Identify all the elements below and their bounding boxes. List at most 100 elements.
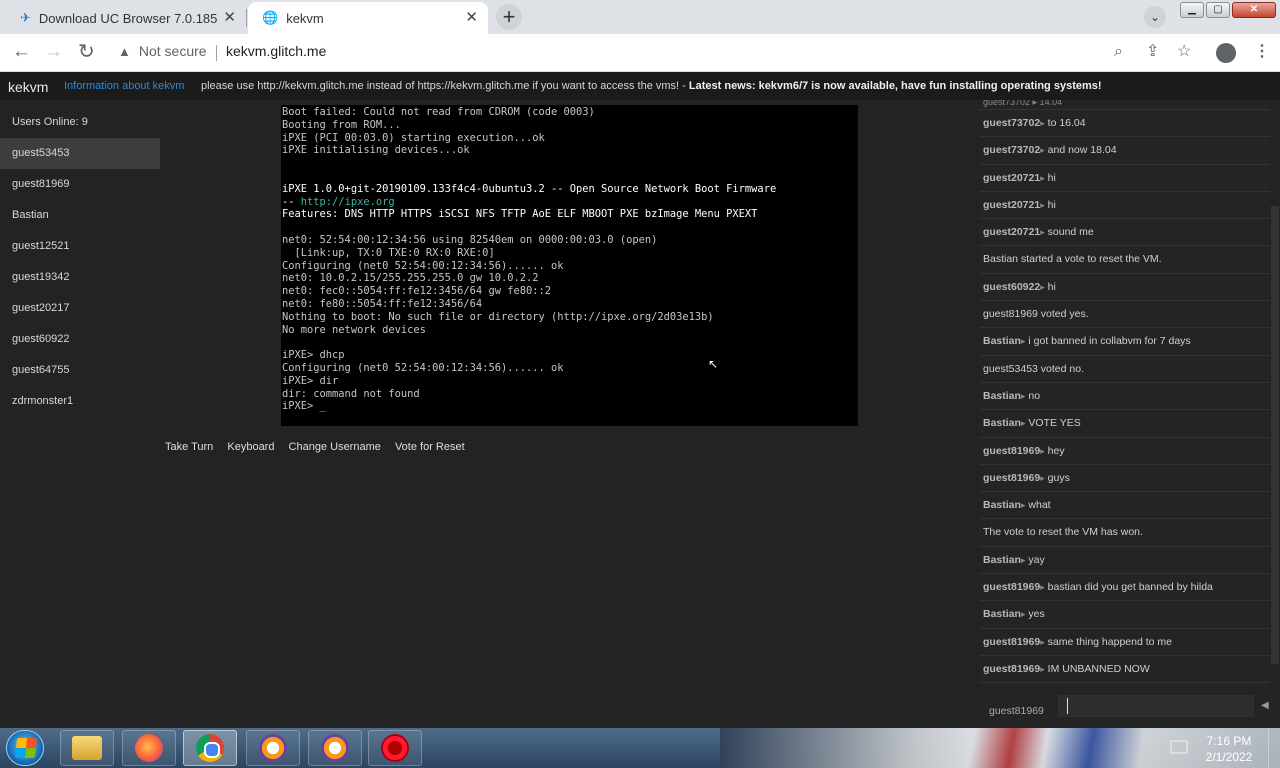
chat-username[interactable]: guest81969 [983, 445, 1040, 457]
user-list-item[interactable]: guest20217 [0, 293, 160, 324]
show-desktop-button[interactable] [1268, 728, 1280, 768]
chat-scrollbar[interactable] [1271, 206, 1279, 664]
chat-message: guest53453 voted no. [979, 356, 1270, 383]
keyboard-button[interactable]: Keyboard [227, 441, 274, 453]
brand-logo[interactable]: kekvm [8, 79, 48, 95]
reload-icon[interactable]: ↻ [78, 40, 95, 64]
chat-separator-icon: ▸ [1020, 390, 1026, 401]
tab-separator [246, 9, 247, 27]
user-list-item[interactable]: guest53453 [0, 138, 160, 169]
terminal-text: iPXE> _ [282, 400, 326, 413]
terminal-text: Nothing to boot: No such file or directo… [282, 310, 714, 323]
forward-arrow-icon[interactable]: → [44, 40, 63, 64]
user-list-item[interactable]: Bastian [0, 200, 160, 231]
chat-separator-icon: ▸ [1040, 663, 1045, 674]
chat-username[interactable]: guest81969 [983, 581, 1040, 593]
terminal-line: iPXE> dhcp [282, 349, 858, 362]
chat-username[interactable]: Bastian [983, 499, 1021, 511]
chat-username[interactable]: Bastian [983, 417, 1021, 429]
chat-text: hi [1047, 280, 1056, 293]
taskbar-chrome[interactable] [183, 730, 237, 766]
taskbar-uc-browser[interactable] [246, 730, 300, 766]
change-username-button[interactable]: Change Username [289, 441, 381, 453]
user-list-item[interactable]: guest81969 [0, 169, 160, 200]
tab-title: kekvm [286, 10, 324, 26]
back-arrow-icon[interactable]: ← [12, 40, 31, 64]
chat-message: guest81969▸ guys [979, 465, 1270, 493]
profile-avatar-icon[interactable] [1216, 43, 1236, 63]
security-indicator[interactable]: ▲ Not secure [118, 43, 207, 59]
take-turn-button[interactable]: Take Turn [165, 441, 213, 453]
warning-icon: ▲ [118, 43, 131, 59]
tab-close-icon[interactable]: ✕ [465, 10, 478, 26]
vm-controls: Take Turn Keyboard Change Username Vote … [165, 441, 476, 453]
network-tray-icon[interactable] [1170, 740, 1188, 754]
chat-username[interactable]: Bastian [983, 608, 1021, 620]
terminal-line: iPXE initialising devices...ok [282, 144, 858, 157]
tab-search-chevron-icon[interactable]: ⌄ [1144, 6, 1166, 28]
chat-username[interactable]: guest81969 [983, 472, 1040, 484]
chat-input[interactable] [1058, 695, 1254, 717]
zoom-icon[interactable]: ⌕ [1114, 42, 1123, 62]
tab-close-icon[interactable]: ✕ [223, 10, 236, 26]
chat-text: i got banned in collabvm for 7 days [1028, 335, 1191, 348]
chat-username[interactable]: guest60922 [983, 281, 1040, 293]
tab-uc-browser-download[interactable]: ✈ Download UC Browser 7.0.185.10 ✕ [6, 2, 246, 34]
share-icon[interactable]: ⇪ [1146, 42, 1159, 62]
terminal-text: dir: command not found [282, 387, 420, 400]
chat-separator-icon: ▸ [1040, 472, 1045, 483]
tab-kekvm[interactable]: 🌐 kekvm ✕ [248, 2, 488, 34]
window-minimize-button[interactable]: ▁ [1180, 2, 1204, 18]
user-list-item[interactable]: guest60922 [0, 324, 160, 355]
bookmark-star-icon[interactable]: ☆ [1177, 42, 1191, 62]
chat-separator-icon: ▸ [1040, 636, 1045, 647]
chat-text: bastian did you get banned by hilda [1047, 581, 1213, 594]
user-list-item[interactable]: guest64755 [0, 355, 160, 386]
chat-text: IM UNBANNED NOW [1047, 662, 1150, 675]
taskbar-explorer[interactable] [60, 730, 114, 766]
user-list-item[interactable]: zdrmonster1 [0, 386, 160, 417]
terminal-text: [Link:up, TX:0 TXE:0 RX:0 RXE:0] [282, 246, 495, 259]
chat-username[interactable]: guest81969 [983, 663, 1040, 675]
new-tab-button[interactable]: + [496, 4, 522, 30]
chat-username[interactable]: Bastian [983, 554, 1021, 566]
chat-text: yay [1028, 553, 1045, 566]
vote-reset-button[interactable]: Vote for Reset [395, 441, 465, 453]
taskbar-firefox[interactable] [122, 730, 176, 766]
user-list-item[interactable]: guest19342 [0, 262, 160, 293]
taskbar-opera[interactable] [368, 730, 422, 766]
taskbar-uc-browser-2[interactable] [308, 730, 362, 766]
chat-separator-icon: ▸ [1020, 554, 1026, 565]
chat-username[interactable]: guest81969 [983, 636, 1040, 648]
address-bar[interactable]: kekvm.glitch.me [226, 43, 326, 59]
start-button[interactable] [6, 730, 44, 766]
chat-message: Bastian▸ no [979, 383, 1270, 411]
chat-input-bar: guest81969 ◀ [979, 692, 1280, 728]
clock-time[interactable]: 7:16 PM [1194, 734, 1264, 748]
kebab-menu-icon[interactable]: ⋮ [1254, 42, 1270, 62]
user-list-item[interactable]: guest12521 [0, 231, 160, 262]
window-maximize-button[interactable]: ▢ [1206, 2, 1230, 18]
chat-username[interactable]: Bastian [983, 335, 1021, 347]
chat-message: Bastian▸ yay [979, 547, 1270, 575]
chat-separator-icon: ▸ [1020, 336, 1026, 347]
chat-username[interactable]: guest73702 [983, 117, 1040, 129]
chat-text: guys [1047, 471, 1070, 484]
vm-screen[interactable]: Boot failed: Could not read from CDROM (… [281, 105, 858, 426]
chat-username[interactable]: guest20721 [983, 199, 1040, 211]
clock-date[interactable]: 2/1/2022 [1194, 750, 1264, 764]
window-close-button[interactable]: ✕ [1232, 2, 1276, 18]
notice-text: please use http://kekvm.glitch.me instea… [201, 80, 1102, 92]
chat-username[interactable]: Bastian [983, 390, 1021, 402]
chat-username[interactable]: guest73702 [983, 144, 1040, 156]
info-link[interactable]: Information about kekvm [64, 80, 184, 92]
send-icon[interactable]: ◀ [1261, 700, 1269, 711]
terminal-text: iPXE 1.0.0+git-20190109.133f4c4-0ubuntu3… [282, 182, 777, 195]
chat-log[interactable]: guest73702 ▸ 14.04 guest73702▸ to 16.04 g… [979, 100, 1270, 692]
chat-text: to 16.04 [1047, 117, 1086, 129]
chat-username[interactable]: guest20721 [983, 172, 1040, 184]
chat-username[interactable]: guest20721 [983, 226, 1040, 238]
terminal-text: net0: fec0::5054:ff:fe12:3456/64 gw fe80… [282, 285, 551, 298]
terminal-line: net0: 52:54:00:12:34:56 using 82540em on… [282, 234, 858, 247]
